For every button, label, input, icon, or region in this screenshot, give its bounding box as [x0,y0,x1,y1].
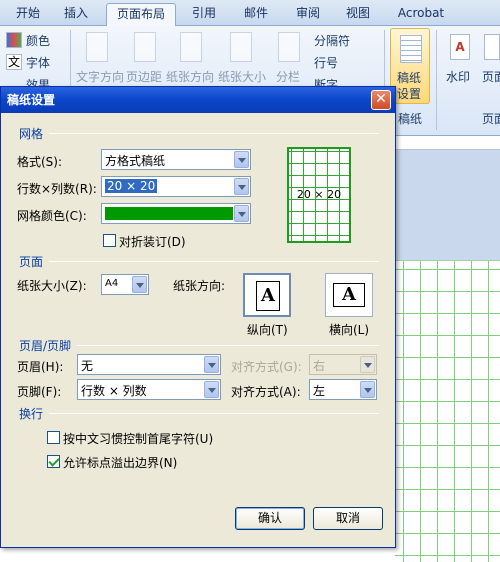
page-color-button[interactable]: 页面 [482,68,500,85]
page-background-group-label: 页面 [482,112,500,126]
portrait-page-icon: A [256,281,280,311]
chevron-down-icon [204,381,219,398]
watermark-button[interactable]: 水印 [446,68,470,85]
manuscript-group-label: 稿纸 [398,112,423,126]
rows-cols-label: 行数×列数(R): [17,182,97,196]
header-align-label: 对齐方式(G): [231,360,302,374]
text-direction-icon [86,32,108,62]
orientation-label: 纸张方向: [173,279,226,293]
chevron-down-icon [360,356,375,373]
dialog-title: 稿纸设置 [1,87,395,113]
margins-button[interactable]: 页边距 [126,68,162,85]
header-value: 无 [81,359,94,373]
page-section-title: 页面 [19,255,44,269]
columns-button[interactable]: 分栏 [276,68,300,85]
chevron-down-icon [234,178,249,195]
paper-size-select[interactable]: A4 [101,274,149,295]
chevron-down-icon [132,276,147,293]
punctuation-overflow-checkbox[interactable] [47,455,60,468]
section-divider [49,133,379,134]
footer-align-value: 左 [313,384,326,398]
horizontal-ruler [395,136,500,150]
page-size-button[interactable]: 纸张大小 [218,68,266,85]
landscape-label: 横向(L) [329,323,370,337]
grid-color-select[interactable] [101,203,251,224]
theme-colors-button[interactable]: 颜色 [26,32,50,49]
rows-cols-select[interactable]: 20 × 20 [101,176,251,197]
watermark-icon: A [450,34,470,60]
grid-preview: 20 × 20 [287,147,351,243]
close-icon: ✕ [375,91,387,107]
text-direction-button[interactable]: 文字方向 [76,68,124,85]
punctuation-overflow-label: 允许标点溢出边界(N) [63,456,178,470]
breaks-button[interactable]: 分隔符 [314,32,350,49]
fold-binding-label: 对折装订(D) [119,235,186,249]
tab-view[interactable]: 视图 [338,3,378,26]
ribbon-tabs: 开始 插入 页面布局 引用 邮件 审阅 视图 Acrobat [0,0,500,26]
manuscript-icon [400,35,422,63]
portrait-button[interactable]: A [243,273,291,317]
grid-section-title: 网格 [19,127,44,141]
paper-size-value: A4 [105,278,119,289]
manuscript-settings-dialog: 稿纸设置 ✕ 网格 格式(S): 方格式稿纸 行数×列数(R): 20 × 20… [0,86,396,548]
grid-preview-text: 20 × 20 [296,188,342,201]
header-align-value: 右 [313,359,326,373]
fonts-icon: 文 [6,54,22,70]
header-align-select[interactable]: 右 [309,354,377,375]
ok-button[interactable]: 确认 [235,507,305,530]
tab-mailings[interactable]: 邮件 [236,3,276,26]
tab-acrobat[interactable]: Acrobat [390,3,452,26]
columns-icon [278,32,300,62]
grid-color-swatch [105,207,233,220]
header-footer-section-title: 页眉/页脚 [19,339,72,353]
format-select[interactable]: 方格式稿纸 [101,149,251,170]
header-select[interactable]: 无 [77,354,221,375]
footer-value: 行数 × 列数 [81,384,147,398]
chevron-down-icon [360,381,375,398]
portrait-label: 纵向(T) [247,323,288,337]
grid-color-label: 网格颜色(C): [17,209,87,223]
landscape-button[interactable]: A [325,273,373,317]
landscape-page-icon: A [333,283,365,307]
footer-select[interactable]: 行数 × 列数 [77,379,221,400]
tab-references[interactable]: 引用 [184,3,224,26]
format-value: 方格式稿纸 [105,154,166,168]
line-numbers-button[interactable]: 行号 [314,54,338,71]
rows-cols-value: 20 × 20 [105,179,158,193]
orientation-button[interactable]: 纸张方向 [166,68,214,85]
manuscript-settings-button[interactable]: 稿纸 设置 [390,28,430,104]
tab-review[interactable]: 审阅 [288,3,328,26]
footer-align-label: 对齐方式(A): [231,385,301,399]
margins-icon [134,32,156,62]
chinese-rules-label: 按中文习惯控制首尾字符(U) [63,432,214,446]
section-divider [49,261,379,262]
line-break-section-title: 换行 [19,407,44,421]
manuscript-label-2: 设置 [397,87,422,101]
section-divider [49,413,379,414]
footer-label: 页脚(F): [17,385,62,399]
paper-size-label: 纸张大小(Z): [17,279,87,293]
manuscript-label-1: 稿纸 [397,71,422,85]
chevron-down-icon [234,151,249,168]
fold-binding-checkbox[interactable] [103,234,116,247]
header-label: 页眉(H): [17,360,64,374]
ribbon-separator [436,30,437,130]
format-label: 格式(S): [17,155,63,169]
cancel-button[interactable]: 取消 [313,507,383,530]
chevron-down-icon [204,356,219,373]
manuscript-page [395,260,500,562]
page-size-icon [230,32,252,62]
chevron-down-icon [234,205,249,222]
colors-icon [6,32,22,48]
page-color-icon [484,34,500,60]
section-divider [77,345,379,346]
tab-page-layout[interactable]: 页面布局 [106,3,176,26]
chinese-rules-checkbox[interactable] [47,431,60,444]
close-button[interactable]: ✕ [371,90,391,110]
orientation-icon [180,32,202,62]
footer-align-select[interactable]: 左 [309,379,377,400]
tab-insert[interactable]: 插入 [56,3,96,26]
theme-fonts-button[interactable]: 字体 [26,54,50,71]
tab-home[interactable]: 开始 [8,3,48,26]
